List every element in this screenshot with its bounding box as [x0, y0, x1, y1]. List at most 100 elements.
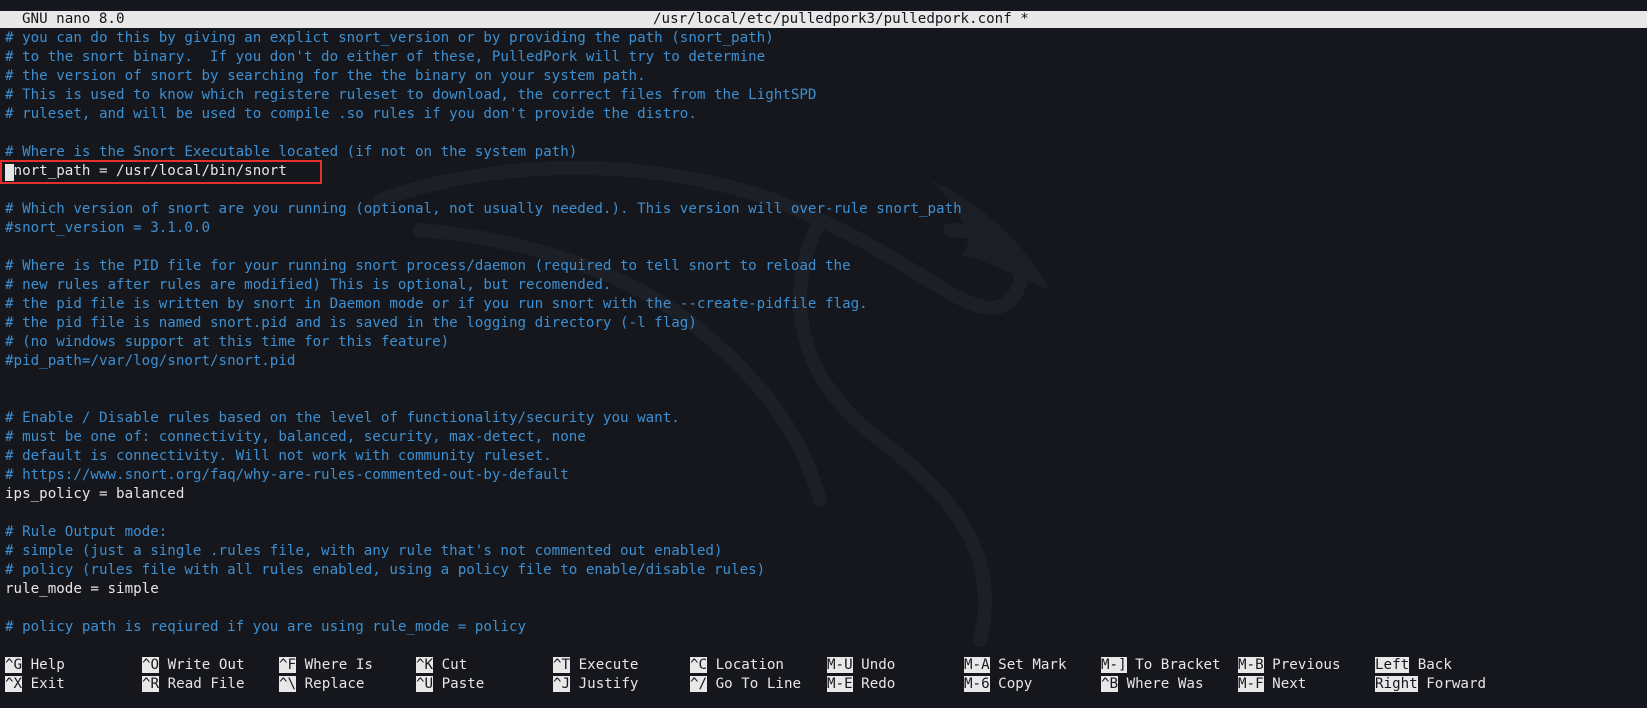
- shortcut-key: ^/: [690, 676, 708, 692]
- shortcut-key: M-]: [1101, 657, 1127, 673]
- shortcut-key: ^J: [553, 676, 571, 692]
- comment-line[interactable]: # Where is the PID file for your running…: [5, 257, 1645, 276]
- shortcut-label: Set Mark: [998, 657, 1067, 673]
- blank-line[interactable]: [5, 371, 1645, 390]
- blank-line[interactable]: [5, 238, 1645, 257]
- shortcut-read-file[interactable]: ^R Read File: [142, 675, 245, 694]
- shortcut-label: Next: [1272, 676, 1307, 692]
- shortcut-label: Paste: [441, 676, 485, 692]
- comment-line[interactable]: # simple (just a single .rules file, wit…: [5, 542, 1645, 561]
- file-path: /usr/local/etc/pulledpork3/pulledpork.co…: [653, 11, 1029, 27]
- comment-line[interactable]: # you can do this by giving an explict s…: [5, 29, 1645, 48]
- shortcut-label: Go To Line: [715, 676, 802, 692]
- comment-line[interactable]: # to the snort binary. If you don't do e…: [5, 48, 1645, 67]
- comment-line[interactable]: # the version of snort by searching for …: [5, 67, 1645, 86]
- shortcut-previous[interactable]: M-B Previous: [1238, 656, 1341, 675]
- comment-line[interactable]: #pid_path=/var/log/snort/snort.pid: [5, 352, 1645, 371]
- shortcut-label: Justify: [578, 676, 639, 692]
- comment-line[interactable]: # Enable / Disable rules based on the le…: [5, 409, 1645, 428]
- shortcut-key: ^X: [5, 676, 23, 692]
- blank-line[interactable]: [5, 390, 1645, 409]
- comment-line[interactable]: # default is connectivity. Will not work…: [5, 447, 1645, 466]
- shortcut-paste[interactable]: ^U Paste: [416, 675, 484, 694]
- blank-line[interactable]: [5, 504, 1645, 523]
- shortcut-label: Help: [30, 657, 65, 673]
- comment-line[interactable]: # ruleset, and will be used to compile .…: [5, 105, 1645, 124]
- shortcut-label: Where Was: [1126, 676, 1204, 692]
- shortcut-label: Previous: [1272, 657, 1341, 673]
- shortcut-label: Copy: [998, 676, 1033, 692]
- shortcut-label: Back: [1417, 657, 1452, 673]
- highlight-box: [0, 160, 322, 184]
- comment-line[interactable]: # Rule Output mode:: [5, 523, 1645, 542]
- shortcut-forward[interactable]: Right Forward: [1375, 675, 1486, 694]
- comment-line[interactable]: # policy path is reqiured if you are usi…: [5, 618, 1645, 637]
- shortcut-undo[interactable]: M-U Undo: [827, 656, 895, 675]
- blank-line[interactable]: [5, 124, 1645, 143]
- comment-line[interactable]: # policy (rules file with all rules enab…: [5, 561, 1645, 580]
- shortcut-key: M-B: [1238, 657, 1264, 673]
- comment-line[interactable]: # Which version of snort are you running…: [5, 200, 1645, 219]
- shortcut-key: ^C: [690, 657, 708, 673]
- editor-text-area[interactable]: # you can do this by giving an explict s…: [5, 29, 1645, 637]
- shortcut-key: ^\: [279, 676, 297, 692]
- comment-line[interactable]: # This is used to know which registere r…: [5, 86, 1645, 105]
- comment-line[interactable]: # must be one of: connectivity, balanced…: [5, 428, 1645, 447]
- shortcut-replace[interactable]: ^\ Replace: [279, 675, 364, 694]
- shortcut-label: Forward: [1426, 676, 1487, 692]
- shortcut-label: Location: [715, 657, 784, 673]
- shortcut-label: Exit: [30, 676, 65, 692]
- shortcut-exit[interactable]: ^X Exit: [5, 675, 65, 694]
- shortcut-key: ^G: [5, 657, 23, 673]
- shortcut-key: ^U: [416, 676, 434, 692]
- shortcut-next[interactable]: M-F Next: [1238, 675, 1306, 694]
- shortcut-where-was[interactable]: ^B Where Was: [1101, 675, 1204, 694]
- shortcut-go-to-line[interactable]: ^/ Go To Line: [690, 675, 801, 694]
- shortcut-location[interactable]: ^C Location: [690, 656, 784, 675]
- shortcut-key: ^K: [416, 657, 434, 673]
- shortcut-redo[interactable]: M-E Redo: [827, 675, 895, 694]
- shortcut-set-mark[interactable]: M-A Set Mark: [964, 656, 1067, 675]
- shortcut-label: Redo: [861, 676, 896, 692]
- shortcut-key: M-A: [964, 657, 990, 673]
- text-cursor: [5, 164, 14, 181]
- shortcut-key: M-U: [827, 657, 853, 673]
- shortcut-label: Where Is: [304, 657, 373, 673]
- comment-line[interactable]: # the pid file is named snort.pid and is…: [5, 314, 1645, 333]
- shortcut-key: Right: [1375, 676, 1418, 692]
- shortcut-to-bracket[interactable]: M-] To Bracket: [1101, 656, 1221, 675]
- shortcut-key: M-6: [964, 676, 990, 692]
- shortcut-key: M-E: [827, 676, 853, 692]
- shortcut-key: M-F: [1238, 676, 1264, 692]
- blank-line[interactable]: [5, 599, 1645, 618]
- shortcut-label: Write Out: [167, 657, 245, 673]
- shortcut-copy[interactable]: M-6 Copy: [964, 675, 1032, 694]
- shortcut-execute[interactable]: ^T Execute: [553, 656, 638, 675]
- shortcut-cut[interactable]: ^K Cut: [416, 656, 467, 675]
- shortcut-back[interactable]: Left Back: [1375, 656, 1452, 675]
- shortcut-label: Read File: [167, 676, 245, 692]
- comment-line[interactable]: # https://www.snort.org/faq/why-are-rule…: [5, 466, 1645, 485]
- shortcut-help[interactable]: ^G Help: [5, 656, 65, 675]
- config-line[interactable]: ips_policy = balanced: [5, 485, 1645, 504]
- comment-line[interactable]: # new rules after rules are modified) Th…: [5, 276, 1645, 295]
- shortcut-key: ^B: [1101, 676, 1119, 692]
- editor-version: GNU nano 8.0: [22, 11, 125, 27]
- shortcut-where-is[interactable]: ^F Where Is: [279, 656, 373, 675]
- comment-line[interactable]: #snort_version = 3.1.0.0: [5, 219, 1645, 238]
- shortcut-key: Left: [1375, 657, 1410, 673]
- shortcut-key: ^R: [142, 676, 160, 692]
- shortcut-label: Replace: [304, 676, 365, 692]
- shortcut-write-out[interactable]: ^O Write Out: [142, 656, 245, 675]
- nano-title-bar: GNU nano 8.0 /usr/local/etc/pulledpork3/…: [0, 11, 1647, 28]
- shortcut-key: ^T: [553, 657, 571, 673]
- shortcut-label: Undo: [861, 657, 896, 673]
- comment-line[interactable]: # the pid file is written by snort in Da…: [5, 295, 1645, 314]
- shortcut-label: Cut: [441, 657, 468, 673]
- shortcut-label: Execute: [578, 657, 639, 673]
- config-line[interactable]: rule_mode = simple: [5, 580, 1645, 599]
- comment-line[interactable]: # (no windows support at this time for t…: [5, 333, 1645, 352]
- shortcut-key: ^F: [279, 657, 297, 673]
- shortcut-justify[interactable]: ^J Justify: [553, 675, 638, 694]
- shortcut-label: To Bracket: [1135, 657, 1221, 673]
